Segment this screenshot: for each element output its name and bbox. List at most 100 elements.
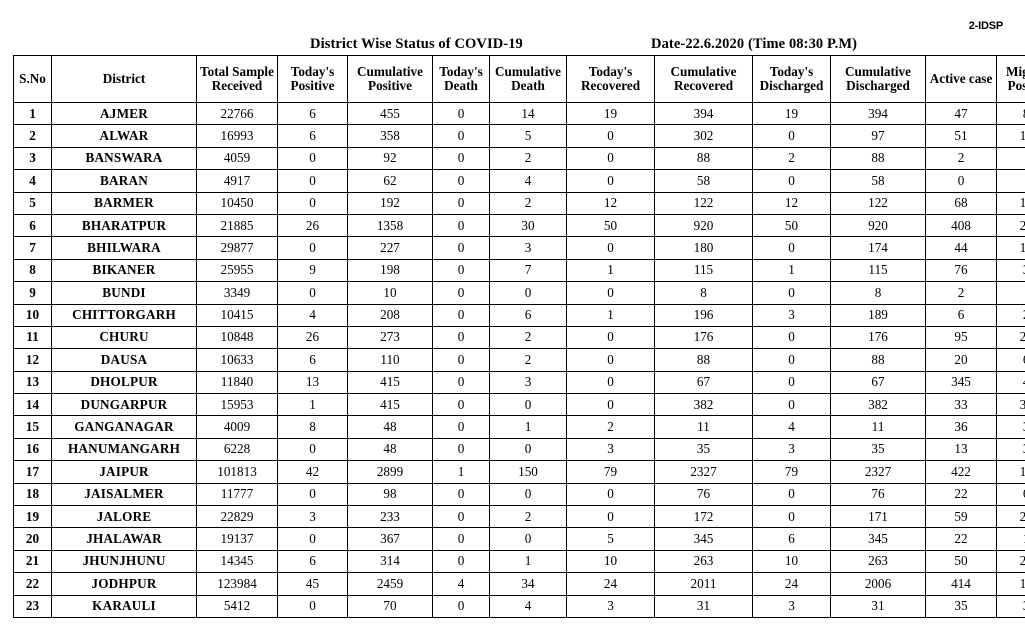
cell-trec: 0: [566, 393, 655, 417]
cell-cpos: 48: [347, 437, 433, 462]
cell-tdis: 79: [752, 460, 831, 484]
cell-active: 408: [925, 213, 997, 238]
cell-tpos: 8: [277, 415, 348, 439]
cell-active: 13: [925, 437, 997, 462]
column-header-total: Total Sample Received: [196, 55, 278, 103]
cell-active: 35: [925, 594, 997, 618]
cell-tpos: 0: [277, 482, 348, 507]
cell-sno: 8: [13, 258, 52, 283]
cell-tdis: 0: [752, 505, 831, 529]
cell-tdis: 0: [752, 482, 831, 507]
covid-table-container: S.No District Total Sample Received Today's P…: [13, 55, 1025, 618]
column-header-line1: Cumulative: [357, 63, 423, 79]
cell-migrant: 26: [996, 303, 1025, 327]
cell-tpos: 4: [277, 303, 348, 327]
cell-sno: 4: [13, 169, 52, 193]
cell-tdeath: 0: [432, 527, 490, 551]
cell-sno: 21: [13, 549, 52, 574]
cell-tdeath: 0: [432, 303, 490, 327]
cell-trec: 24: [566, 572, 655, 596]
column-header-tdis: Today's Discharged: [752, 55, 831, 103]
column-header-tdeath: Today's Death: [432, 55, 490, 103]
cell-migrant: 87: [996, 101, 1025, 126]
cell-active: 2: [925, 281, 997, 305]
cell-total: 11840: [196, 370, 278, 395]
cell-cpos: 10: [347, 281, 433, 305]
cell-district: JAIPUR: [51, 460, 197, 484]
cell-cpos: 415: [347, 370, 433, 395]
cell-migrant: 137: [996, 124, 1025, 148]
cell-crec: 382: [654, 393, 753, 417]
cell-tdis: 24: [752, 572, 831, 596]
cell-migrant: 171: [996, 572, 1025, 596]
table-row: 13DHOLPUR11840134150306706734544: [13, 370, 1025, 395]
cell-tdis: 0: [752, 325, 831, 350]
cell-total: 10633: [196, 348, 278, 372]
column-header-line1: Cumulative: [845, 63, 911, 79]
cell-crec: 2011: [654, 572, 753, 596]
report-date: Date-22.6.2020 (Time 08:30 P.M): [651, 36, 858, 52]
table-row: 23KARAULI5412070043313313538: [13, 594, 1025, 618]
cell-crec: 8: [654, 281, 753, 305]
cell-active: 95: [925, 325, 997, 350]
cell-cdeath: 6: [489, 303, 567, 327]
cell-cdeath: 0: [489, 482, 567, 507]
cell-district: BHILWARA: [51, 236, 197, 260]
table-row: 17 JAIPUR 101813 42 2899 1 150 79 2327 79 2327 422 1…: [13, 460, 1025, 484]
cell-cdis: 189: [830, 303, 926, 327]
cell-sno: 10: [13, 303, 52, 327]
cell-tpos: 3: [277, 505, 348, 529]
cell-total: 10450: [196, 191, 278, 215]
column-header-cdis: Cumulative Discharged: [830, 55, 926, 103]
cell-tdis: 3: [752, 437, 831, 462]
cell-trec: 0: [566, 325, 655, 350]
cell-tdeath: 0: [432, 549, 490, 574]
cell-district: DHOLPUR: [51, 370, 197, 395]
table-row: 5BARMER10450019202121221212268155: [13, 191, 1025, 215]
column-header-active: Active case: [925, 55, 997, 103]
column-header-line1: Today's: [769, 63, 814, 79]
cell-total: 4059: [196, 146, 278, 171]
cell-cdis: 58: [830, 169, 926, 193]
cell-tdeath: 4: [432, 572, 490, 596]
cell-sno: 15: [13, 415, 52, 439]
cell-trec: 79: [566, 460, 655, 484]
cell-crec: 11: [654, 415, 753, 439]
table-row: 15GANGANAGAR4009848012114113635: [13, 415, 1025, 439]
cell-active: 44: [925, 236, 997, 260]
cell-cpos: 110: [347, 348, 433, 372]
table-row: 21JHUNJHUNU14345631401102631026350208: [13, 549, 1025, 574]
cell-cdis: 176: [830, 325, 926, 350]
cell-cdeath: 150: [489, 460, 567, 484]
cell-cdeath: 3: [489, 236, 567, 260]
table-row: 16HANUMANGARH6228048003353351335: [13, 437, 1025, 462]
cell-cdis: 122: [830, 191, 926, 215]
column-header-line1: District: [102, 70, 146, 86]
cell-cdeath: 14: [489, 101, 567, 126]
cell-total: 10848: [196, 325, 278, 350]
cell-tpos: 42: [277, 460, 348, 484]
cell-tdis: 12: [752, 191, 831, 215]
cell-cdeath: 2: [489, 146, 567, 171]
cell-cdeath: 2: [489, 325, 567, 350]
cell-sno: 1: [13, 101, 52, 126]
cell-cdeath: 5: [489, 124, 567, 148]
cell-crec: 302: [654, 124, 753, 148]
table-row: 2ALWAR16993635805030209751137: [13, 124, 1025, 148]
cell-district: DAUSA: [51, 348, 197, 372]
column-header-line1: Today's: [588, 63, 633, 79]
table-row: 22 JODHPUR 123984 45 2459 4 34 24 2011 24 2006 414 1…: [13, 572, 1025, 596]
cell-cpos: 233: [347, 505, 433, 529]
column-header-line2: Death: [511, 78, 545, 93]
cell-tdis: 3: [752, 303, 831, 327]
cell-district: DUNGARPUR: [51, 393, 197, 417]
table-header: S.No District Total Sample Received Today's P…: [13, 55, 1025, 103]
cell-cdis: 67: [830, 370, 926, 395]
cell-sno: 23: [13, 594, 52, 618]
cell-trec: 0: [566, 348, 655, 372]
cell-cdeath: 4: [489, 594, 567, 618]
table-row: 3BANSWARA40590920208828829: [13, 146, 1025, 171]
cell-cpos: 415: [347, 393, 433, 417]
table-row: 6BHARATPUR218852613580305092050920408218: [13, 213, 1025, 238]
cell-crec: 88: [654, 348, 753, 372]
